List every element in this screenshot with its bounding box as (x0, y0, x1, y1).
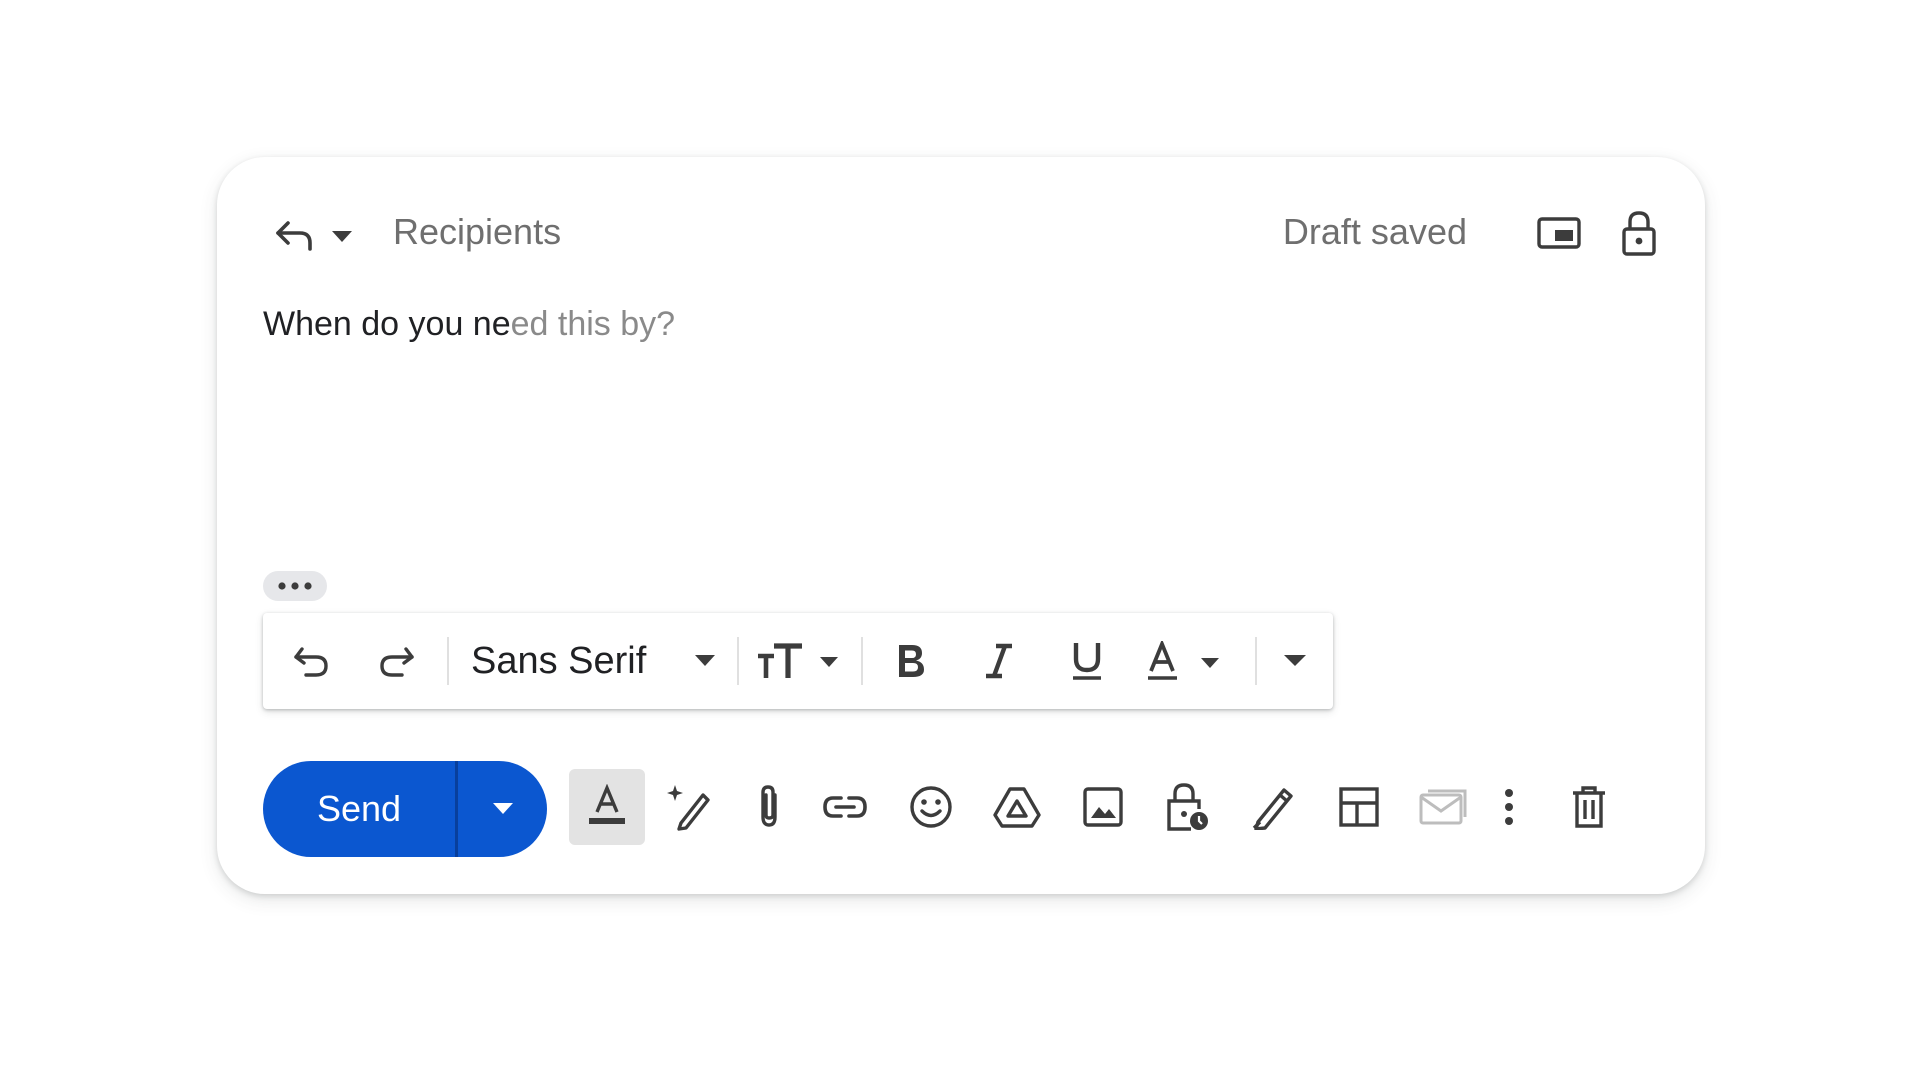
insert-photo-icon[interactable] (1065, 769, 1141, 845)
help-me-write-icon[interactable] (651, 769, 727, 845)
signature-icon[interactable] (1235, 769, 1311, 845)
layouts-icon[interactable] (1321, 769, 1397, 845)
compose-header: Recipients Draft saved (217, 157, 1705, 297)
reply-icon[interactable] (267, 209, 321, 263)
discard-draft-icon[interactable] (1551, 769, 1627, 845)
pop-out-icon[interactable] (1527, 201, 1591, 265)
more-options-icon[interactable] (1481, 769, 1537, 845)
underline-icon[interactable] (1049, 613, 1125, 709)
redo-icon[interactable] (361, 613, 431, 709)
send-button[interactable]: Send (263, 761, 455, 857)
bold-icon[interactable] (873, 613, 949, 709)
schedule-send-caret-down-icon[interactable] (458, 761, 547, 857)
emoji-icon[interactable] (893, 769, 969, 845)
font-family-select[interactable]: Sans Serif (459, 613, 727, 709)
italic-icon[interactable] (961, 613, 1037, 709)
confidential-lock-icon[interactable] (1607, 201, 1671, 265)
smart-compose-suggestion: ed this by? (510, 305, 676, 343)
mail-merge-icon[interactable] (1405, 769, 1481, 845)
confidential-mode-icon[interactable] (1149, 769, 1225, 845)
toolbar-separator (737, 637, 739, 685)
message-body[interactable]: When do you need this by? (263, 305, 675, 344)
draft-status: Draft saved (1282, 211, 1467, 252)
toolbar-separator (861, 637, 863, 685)
font-family-value: Sans Serif (471, 639, 647, 682)
typed-text: When do you ne (263, 305, 511, 343)
undo-icon[interactable] (277, 613, 347, 709)
attach-file-icon[interactable] (731, 769, 807, 845)
insert-link-icon[interactable] (807, 769, 883, 845)
font-family-caret-down-icon (695, 655, 715, 666)
toolbar-separator (1255, 637, 1257, 685)
show-trimmed-content-button[interactable] (263, 571, 327, 601)
toolbar-separator (447, 637, 449, 685)
reply-type-caret-down-icon[interactable] (325, 217, 359, 257)
text-color-icon[interactable] (1135, 613, 1245, 709)
google-drive-icon[interactable] (979, 769, 1055, 845)
formatting-toolbar: Sans Serif (263, 613, 1333, 709)
font-size-icon[interactable] (749, 613, 849, 709)
compose-window: Recipients Draft saved When do you need … (217, 157, 1705, 894)
send-button-group: Send (263, 761, 547, 857)
recipients-field[interactable]: Recipients (393, 211, 561, 253)
formatting-options-icon[interactable] (569, 769, 645, 845)
more-formatting-icon[interactable] (1265, 613, 1325, 709)
